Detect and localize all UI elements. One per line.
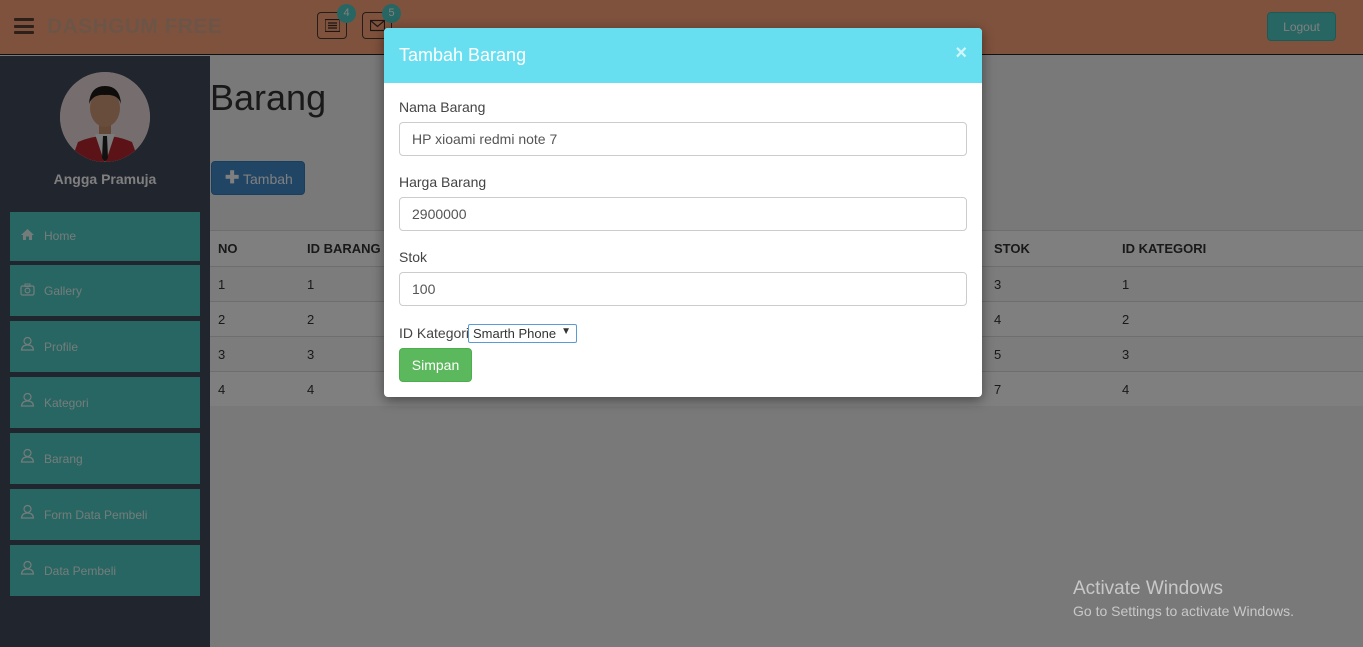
harga-barang-label: Harga Barang — [399, 174, 487, 190]
harga-barang-input[interactable] — [399, 197, 967, 231]
stok-input[interactable] — [399, 272, 967, 306]
simpan-button[interactable]: Simpan — [399, 348, 472, 382]
watermark-line2: Go to Settings to activate Windows. — [1073, 603, 1294, 619]
id-kategori-selected-value: Smarth Phone — [473, 326, 557, 341]
id-kategori-select[interactable]: Smarth Phone ▼ — [468, 324, 577, 343]
add-item-modal: Tambah Barang × Nama Barang Harga Barang… — [384, 28, 982, 397]
nama-barang-label: Nama Barang — [399, 99, 486, 115]
id-kategori-label: ID Kategori — [399, 325, 470, 341]
close-icon[interactable]: × — [955, 42, 967, 65]
modal-title: Tambah Barang — [399, 45, 527, 65]
stok-label: Stok — [399, 249, 428, 265]
modal-header: Tambah Barang × — [384, 28, 982, 83]
dropdown-arrow-icon: ▼ — [561, 326, 571, 337]
activation-watermark: Activate Windows Go to Settings to activ… — [1073, 578, 1294, 619]
nama-barang-input[interactable] — [399, 122, 967, 156]
watermark-line1: Activate Windows — [1073, 578, 1223, 599]
